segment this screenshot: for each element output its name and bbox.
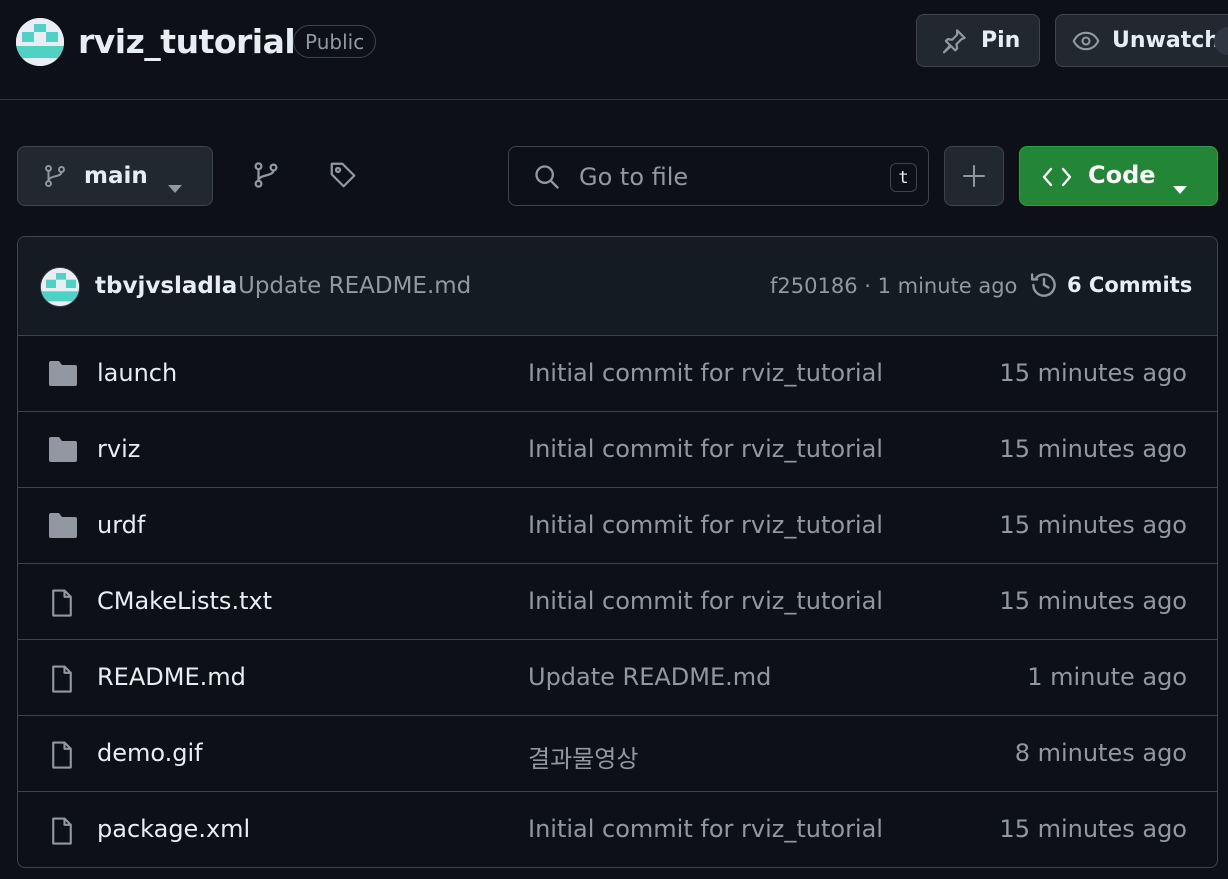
file-row[interactable]: launch Initial commit for rviz_tutorial … — [18, 336, 1217, 412]
file-row[interactable]: package.xml Initial commit for rviz_tuto… — [18, 792, 1217, 867]
folder-icon — [47, 512, 79, 544]
add-file-button[interactable] — [944, 146, 1004, 206]
file-commit-time: 15 minutes ago — [999, 435, 1187, 463]
repo-header: rviz_tutorial Public Pin Unwatch — [0, 0, 1228, 100]
file-icon — [47, 740, 77, 774]
branches-icon[interactable] — [251, 160, 281, 190]
file-name[interactable]: urdf — [97, 511, 145, 539]
file-name[interactable]: package.xml — [97, 815, 250, 843]
code-icon — [1042, 163, 1072, 191]
commit-message[interactable]: Update README.md — [238, 273, 471, 299]
search-input[interactable] — [577, 159, 871, 195]
file-icon — [47, 816, 77, 850]
file-name[interactable]: rviz — [97, 435, 140, 463]
branch-icon — [42, 163, 68, 189]
search-icon — [533, 163, 561, 191]
file-icon — [47, 588, 77, 622]
file-commit-message[interactable]: Initial commit for rviz_tutorial — [528, 587, 883, 615]
file-commit-message[interactable]: 결과물영상 — [528, 739, 638, 774]
file-commit-time: 15 minutes ago — [999, 587, 1187, 615]
repo-name[interactable]: rviz_tutorial — [78, 22, 296, 61]
file-commit-time: 1 minute ago — [1027, 663, 1187, 691]
commit-hash-time[interactable]: f250186 · 1 minute ago — [770, 274, 1017, 298]
chevron-down-icon — [1173, 172, 1187, 200]
plus-icon — [962, 164, 986, 188]
file-commit-time: 15 minutes ago — [999, 815, 1187, 843]
pin-button[interactable]: Pin — [916, 14, 1040, 67]
file-commit-message[interactable]: Initial commit for rviz_tutorial — [528, 511, 883, 539]
file-row[interactable]: CMakeLists.txt Initial commit for rviz_t… — [18, 564, 1217, 640]
file-commit-message[interactable]: Initial commit for rviz_tutorial — [528, 359, 883, 387]
file-name[interactable]: README.md — [97, 663, 246, 691]
file-name[interactable]: launch — [97, 359, 177, 387]
file-commit-message[interactable]: Initial commit for rviz_tutorial — [528, 435, 883, 463]
history-icon — [1029, 270, 1059, 300]
repo-owner-avatar[interactable] — [16, 18, 64, 66]
commit-author[interactable]: tbvjvsladla — [95, 273, 237, 299]
file-commit-message[interactable]: Initial commit for rviz_tutorial — [528, 815, 883, 843]
shortcut-key-hint: t — [890, 163, 917, 192]
file-name[interactable]: CMakeLists.txt — [97, 587, 272, 615]
visibility-badge: Public — [293, 25, 377, 58]
file-name[interactable]: demo.gif — [97, 739, 203, 767]
code-button[interactable]: Code — [1019, 146, 1218, 206]
file-list: launch Initial commit for rviz_tutorial … — [18, 336, 1217, 867]
file-row[interactable]: README.md Update README.md 1 minute ago — [18, 640, 1217, 716]
unwatch-label: Unwatch — [1112, 28, 1220, 53]
file-browser: tbvjvsladla Update README.md f250186 · 1… — [17, 236, 1218, 868]
code-label: Code — [1088, 161, 1156, 189]
file-row[interactable]: rviz Initial commit for rviz_tutorial 15… — [18, 412, 1217, 488]
branch-selector[interactable]: main — [17, 146, 213, 206]
unwatch-button[interactable]: Unwatch — [1055, 14, 1228, 67]
file-commit-message[interactable]: Update README.md — [528, 663, 771, 691]
pin-label: Pin — [981, 28, 1021, 53]
commits-count-label: 6 Commits — [1067, 273, 1193, 297]
go-to-file-search[interactable]: t — [508, 146, 929, 206]
pin-icon — [939, 26, 969, 56]
latest-commit-bar: tbvjvsladla Update README.md f250186 · 1… — [18, 237, 1217, 336]
branch-name: main — [84, 163, 148, 189]
folder-icon — [47, 436, 79, 468]
chevron-down-icon — [168, 173, 182, 199]
file-row[interactable]: urdf Initial commit for rviz_tutorial 15… — [18, 488, 1217, 564]
file-row[interactable]: demo.gif 결과물영상 8 minutes ago — [18, 716, 1217, 792]
file-commit-time: 8 minutes ago — [1014, 739, 1187, 767]
file-commit-time: 15 minutes ago — [999, 511, 1187, 539]
folder-icon — [47, 360, 79, 392]
file-commit-time: 15 minutes ago — [999, 359, 1187, 387]
tag-icon[interactable] — [328, 160, 358, 190]
author-avatar[interactable] — [40, 267, 80, 307]
eye-icon — [1072, 27, 1100, 55]
file-icon — [47, 664, 77, 698]
commits-history-link[interactable]: 6 Commits — [1029, 270, 1192, 300]
